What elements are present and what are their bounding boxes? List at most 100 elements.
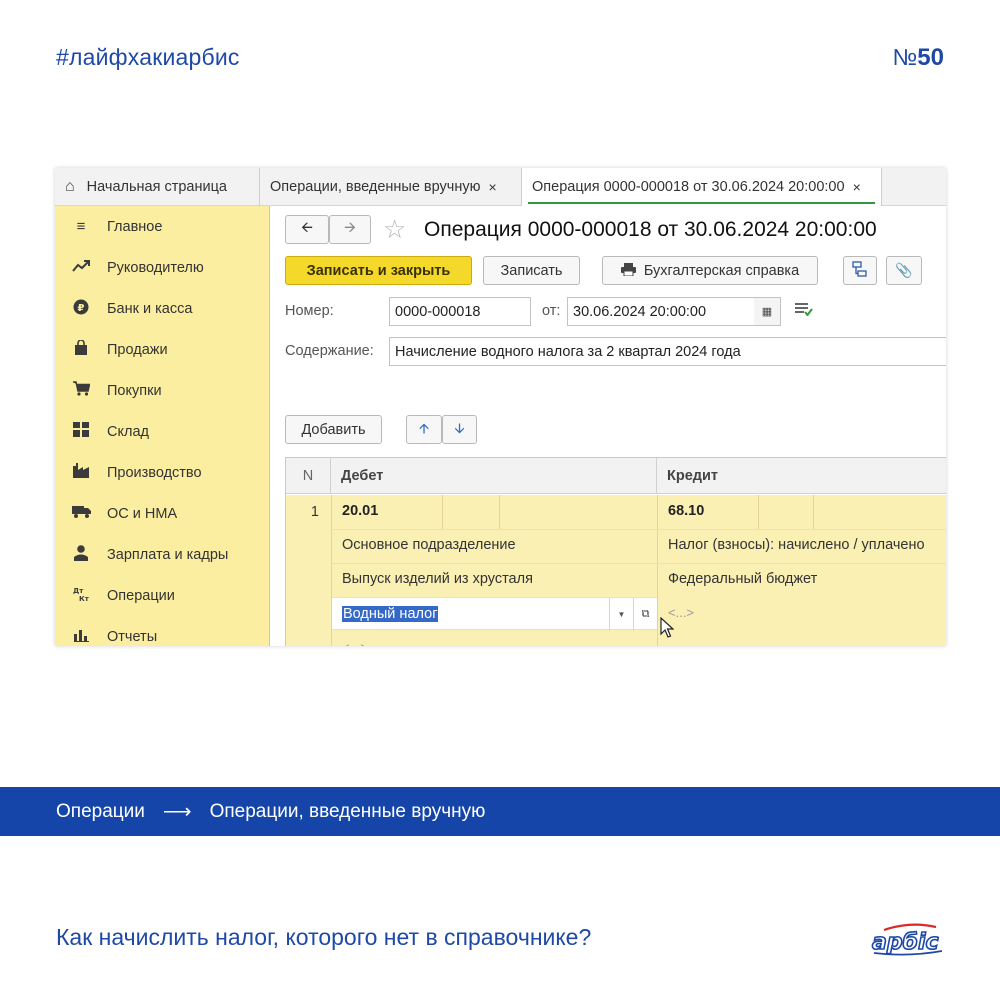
accounting-reference-label: Бухгалтерская справка	[643, 262, 800, 279]
svg-text:₽: ₽	[78, 303, 85, 314]
debit-subconto-2[interactable]: Выпуск изделий из хрусталя	[342, 571, 533, 587]
tab-label: Операция 0000-000018 от 30.06.2024 20:00…	[532, 179, 845, 195]
tab-operation[interactable]: Операция 0000-000018 от 30.06.2024 20:00…	[522, 168, 882, 206]
column-debit[interactable]: Дебет	[331, 458, 657, 494]
sidebar-item-label: Склад	[107, 423, 149, 440]
arrow-right-icon: 🡪	[344, 220, 356, 236]
number-field[interactable]: 0000-000018	[389, 297, 531, 326]
sidebar-item-warehouse[interactable]: Склад	[55, 411, 270, 452]
hashtag: #лайфхакиарбис	[56, 44, 240, 70]
open-icon[interactable]: ⧉	[633, 598, 657, 631]
sidebar-item-label: Банк и касса	[107, 300, 193, 317]
divider	[499, 495, 500, 529]
sidebar-item-fixed-assets[interactable]: ОС и НМА	[55, 493, 270, 534]
move-down-button[interactable]: 🡫	[442, 415, 477, 444]
sidebar-item-purchases[interactable]: Покупки	[55, 370, 270, 411]
tab-manual-operations[interactable]: Операции, введенные вручную ×	[260, 168, 522, 206]
truck-icon	[55, 505, 107, 522]
sidebar-item-label: Операции	[107, 587, 175, 604]
sidebar-item-label: Руководителю	[107, 259, 204, 276]
add-button[interactable]: Добавить	[285, 415, 382, 444]
arrow-up-icon: 🡩	[418, 419, 430, 436]
divider	[331, 563, 946, 564]
divider	[442, 495, 443, 529]
sidebar-item-operations[interactable]: Дт Кт Операции	[55, 575, 270, 616]
trend-icon	[55, 259, 107, 276]
move-up-button[interactable]: 🡩	[406, 415, 442, 444]
divider	[331, 529, 946, 530]
chevron-down-icon[interactable]: ▼	[609, 598, 633, 631]
svg-text:Дт: Дт	[73, 587, 84, 595]
number-value: 50	[917, 44, 944, 71]
sidebar-item-main[interactable]: ≡ Главное	[55, 206, 270, 247]
sidebar-item-label: Главное	[107, 218, 163, 235]
arrow-right-icon: ⟶	[162, 801, 192, 823]
number-label: Номер:	[285, 303, 334, 319]
mouse-cursor-icon	[660, 616, 675, 644]
sidebar-item-label: Отчеты	[107, 628, 158, 645]
sidebar-item-label: ОС и НМА	[107, 505, 178, 522]
close-icon[interactable]: ×	[853, 179, 861, 195]
date-label: от:	[542, 303, 561, 319]
sidebar-item-label: Производство	[107, 464, 202, 481]
attach-button[interactable]: 📎	[886, 256, 922, 285]
debit-subconto-1[interactable]: Основное подразделение	[342, 537, 516, 553]
document-status-icon[interactable]	[795, 302, 813, 319]
table-header: N Дебет Кредит	[286, 458, 946, 494]
person-icon	[55, 544, 107, 565]
tab-home[interactable]: ⌂ Начальная страница	[55, 168, 260, 206]
cart-icon	[55, 381, 107, 400]
forward-button[interactable]: 🡪	[329, 215, 371, 244]
sidebar-item-reports[interactable]: Отчеты	[55, 616, 270, 646]
table-row[interactable]: 1 20.01 68.10 Основное подразделение Нал…	[286, 495, 946, 646]
svg-text:арбіс: арбіс	[872, 930, 939, 955]
question-title: Как начислить налог, которого нет в спра…	[56, 924, 592, 950]
arrow-down-icon: 🡫	[454, 419, 465, 436]
document-form: 🡨 🡪 ☆ Операция 0000-000018 от 30.06.2024…	[271, 206, 946, 646]
number-prefix: №	[892, 44, 918, 70]
selected-text[interactable]: Водный налог	[342, 606, 439, 622]
close-icon[interactable]: ×	[488, 179, 496, 195]
breadcrumb: Операции ⟶ Операции, введенные вручную	[0, 787, 1000, 836]
sidebar-item-production[interactable]: Производство	[55, 452, 270, 493]
post-number: №50	[893, 44, 944, 72]
date-field[interactable]: 30.06.2024 20:00:00	[567, 297, 755, 326]
debit-account[interactable]: 20.01	[342, 503, 378, 519]
save-button[interactable]: Записать	[483, 256, 580, 285]
calendar-icon[interactable]: ▦	[754, 297, 781, 326]
star-icon[interactable]: ☆	[383, 214, 406, 245]
printer-icon	[620, 262, 636, 279]
tab-home-label: Начальная страница	[86, 179, 227, 195]
accounting-reference-button[interactable]: Бухгалтерская справка	[602, 256, 818, 285]
warehouse-icon	[55, 422, 107, 441]
ruble-icon: ₽	[55, 299, 107, 319]
debit-subconto-3-editor[interactable]: Водный налог ▼ ⧉	[332, 597, 657, 631]
content-field[interactable]: Начисление водного налога за 2 квартал 2…	[389, 337, 946, 366]
breadcrumb-page: Операции, введенные вручную	[209, 800, 486, 822]
dt-kt-icon: Дт Кт	[55, 586, 107, 606]
sidebar-item-label: Зарплата и кадры	[107, 546, 229, 563]
sidebar: ≡ Главное Руководителю ₽ Банк и касса Пр	[55, 206, 270, 646]
row-number: 1	[310, 504, 319, 520]
sidebar-item-manager[interactable]: Руководителю	[55, 247, 270, 288]
save-and-close-button[interactable]: Записать и закрыть	[285, 256, 472, 285]
arrow-left-icon: 🡨	[301, 220, 313, 236]
sidebar-item-bank[interactable]: ₽ Банк и касса	[55, 288, 270, 329]
structure-button[interactable]	[843, 256, 877, 285]
document-title: Операция 0000-000018 от 30.06.2024 20:00…	[424, 218, 877, 241]
entries-table: N Дебет Кредит 1 20.01 68.10 Основное по…	[285, 457, 946, 646]
sidebar-item-salary[interactable]: Зарплата и кадры	[55, 534, 270, 575]
credit-subconto-2[interactable]: Федеральный бюджет	[668, 571, 817, 587]
credit-account[interactable]: 68.10	[668, 503, 704, 519]
structure-icon	[852, 261, 868, 280]
column-n[interactable]: N	[286, 458, 331, 494]
divider	[657, 495, 658, 646]
menu-icon: ≡	[76, 218, 86, 235]
tab-bar: ⌂ Начальная страница Операции, введенные…	[55, 168, 946, 206]
bag-icon	[55, 338, 107, 360]
credit-subconto-1[interactable]: Налог (взносы): начислено / уплачено	[668, 537, 925, 553]
back-button[interactable]: 🡨	[285, 215, 329, 244]
column-credit[interactable]: Кредит	[657, 458, 946, 494]
sidebar-item-sales[interactable]: Продажи	[55, 329, 270, 370]
debit-subconto-empty[interactable]: <...>	[342, 640, 368, 646]
